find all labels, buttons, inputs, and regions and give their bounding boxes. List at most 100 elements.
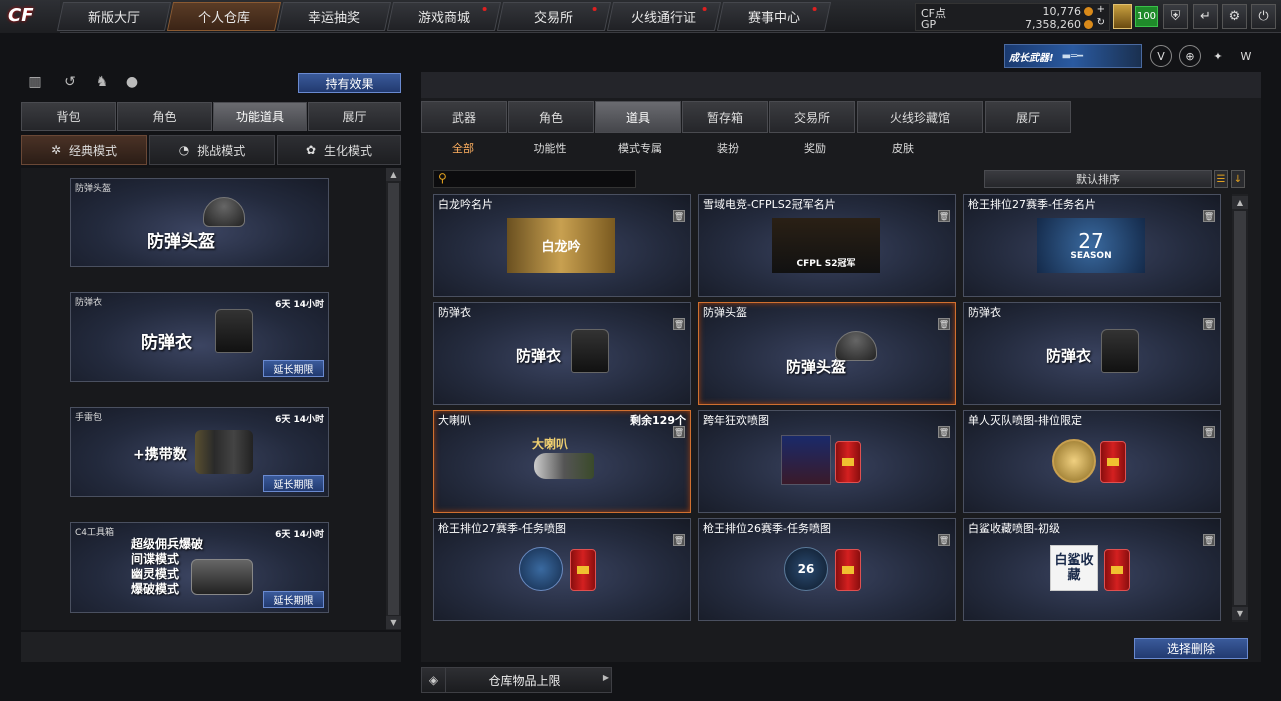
tab-character[interactable]: 角色 (117, 102, 212, 131)
list-view-icon[interactable]: ☰ (1214, 170, 1228, 188)
subtab-mode-exclusive[interactable]: 模式专属 (605, 140, 675, 156)
item-card[interactable]: 白鲨收藏喷图-初级 🗑 白鲨收藏 (963, 518, 1221, 621)
rank-badge-icon[interactable] (1113, 4, 1132, 29)
item-title: C4工具箱 (75, 528, 115, 538)
power-icon[interactable]: ⏻ (1251, 4, 1276, 29)
spray-image (781, 435, 831, 485)
mode-challenge[interactable]: ◔ 挑战模式 (149, 135, 275, 165)
left-scroll-thumb[interactable] (388, 183, 399, 615)
tab-showroom-right[interactable]: 展厅 (985, 101, 1071, 133)
nav-tab-warehouse[interactable]: 个人仓库 (166, 2, 282, 31)
subtab-outfit[interactable]: 装扮 (698, 140, 758, 156)
trash-icon[interactable]: 🗑 (1203, 534, 1215, 546)
item-card[interactable]: 枪王排位27赛季-任务名片 🗑 27 SEASON (963, 194, 1221, 297)
nav-tab-shop[interactable]: 游戏商城 (386, 2, 502, 31)
scroll-up-icon[interactable]: ▲ (386, 168, 401, 181)
item-card[interactable]: 枪王排位27赛季-任务喷图 🗑 (433, 518, 691, 621)
nav-tab-lobby[interactable]: 新版大厅 (56, 2, 172, 31)
growth-weapon-banner[interactable]: 成长武器! ▬═━ (1004, 44, 1142, 68)
extend-button[interactable]: 延长期限 (263, 360, 324, 377)
scroll-down-icon[interactable]: ▼ (1232, 607, 1248, 620)
warehouse-capacity-button[interactable]: ◈ 仓库物品上限 ▶ (421, 667, 612, 693)
sort-direction-icon[interactable]: ↓ (1231, 170, 1245, 188)
item-card[interactable]: 防弹衣 🗑 防弹衣 (963, 302, 1221, 405)
megaphone-icon (534, 453, 594, 479)
trash-icon[interactable]: 🗑 (673, 426, 685, 438)
item-card[interactable]: 白龙吟名片 🗑 白龙吟 (433, 194, 691, 297)
trash-icon[interactable]: 🗑 (938, 318, 950, 330)
extend-button[interactable]: 延长期限 (263, 475, 324, 492)
item-card[interactable]: 跨年狂欢喷图 🗑 (698, 410, 956, 513)
refresh-icon[interactable]: ↻ (1097, 17, 1105, 28)
back-icon[interactable]: ↵ (1193, 4, 1218, 29)
item-card[interactable]: 单人灭队喷图-排位限定 🗑 (963, 410, 1221, 513)
wrench-icon[interactable]: ✦ (1207, 45, 1229, 67)
subtab-skins[interactable]: 皮肤 (873, 140, 933, 156)
item-card-grenade-pack[interactable]: 手雷包 6天 14小时 +携带数 延长期限 (70, 407, 329, 497)
soldier-icon[interactable]: ♞ (92, 72, 112, 92)
scroll-up-icon[interactable]: ▲ (1232, 196, 1248, 209)
item-title: 跨年狂欢喷图 (703, 414, 769, 427)
cf-logo[interactable]: CF (0, 0, 60, 33)
nav-tab-lucky-draw[interactable]: 幸运抽奖 (276, 2, 392, 31)
tab-characters[interactable]: 角色 (508, 101, 594, 133)
subtab-all[interactable]: 全部 (433, 140, 493, 156)
v-badge-icon[interactable]: V (1150, 45, 1172, 67)
trash-icon[interactable]: 🗑 (938, 426, 950, 438)
c4-mode-list: 超级佣兵爆破 间谍模式 幽灵模式 爆破模式 (131, 537, 203, 597)
item-card-c4-toolbox[interactable]: C4工具箱 6天 14小时 超级佣兵爆破 间谍模式 幽灵模式 爆破模式 延长期限 (70, 522, 329, 613)
podium-icon[interactable]: ▥ (25, 72, 45, 92)
item-card-vest[interactable]: 防弹衣 6天 14小时 防弹衣 延长期限 (70, 292, 329, 382)
tab-showroom[interactable]: 展厅 (308, 102, 401, 131)
crosshair-icon[interactable]: ⊕ (1179, 45, 1201, 67)
subtab-functional[interactable]: 功能性 (520, 140, 580, 156)
item-card-selected[interactable]: 大喇叭 剩余129个 🗑 大喇叭 (433, 410, 691, 513)
trash-icon[interactable]: 🗑 (938, 534, 950, 546)
tab-items[interactable]: 道具 (595, 101, 681, 133)
tab-weapons[interactable]: 武器 (421, 101, 507, 133)
holding-effect-button[interactable]: 持有效果 (298, 73, 401, 93)
tab-collection-hall[interactable]: 火线珍藏馆 (857, 101, 983, 133)
wings-icon[interactable]: W (1235, 45, 1257, 67)
trash-icon[interactable]: 🗑 (938, 210, 950, 222)
trash-icon[interactable]: 🗑 (673, 318, 685, 330)
image-text: 白龙吟 (541, 240, 581, 255)
subtab-rewards[interactable]: 奖励 (785, 140, 845, 156)
trash-icon[interactable]: 🗑 (673, 534, 685, 546)
item-card-helmet[interactable]: 防弹头盔 防弹头盔 (70, 178, 329, 267)
refresh-icon[interactable]: ↺ (60, 72, 80, 92)
trash-icon[interactable]: 🗑 (1203, 318, 1215, 330)
grenade-icon[interactable]: ● (122, 72, 142, 92)
trash-icon[interactable]: 🗑 (1203, 426, 1215, 438)
tab-exchange[interactable]: 交易所 (769, 101, 855, 133)
vest-icon (571, 329, 609, 373)
nav-tab-pass[interactable]: 火线通行证 (606, 2, 722, 31)
nav-tab-label: 交易所 (534, 11, 574, 26)
search-input[interactable]: ⚲ (433, 170, 636, 188)
scroll-down-icon[interactable]: ▼ (386, 616, 401, 629)
item-card[interactable]: 雪域电竞-CFPLS2冠军名片 🗑 CFPL S2冠军 (698, 194, 956, 297)
item-card[interactable]: 枪王排位26赛季-任务喷图 🗑 26 (698, 518, 956, 621)
tab-storage-box[interactable]: 暂存箱 (682, 101, 768, 133)
mode-classic[interactable]: ✲ 经典模式 (21, 135, 147, 165)
trash-icon[interactable]: 🗑 (673, 210, 685, 222)
search-icon: ⚲ (438, 171, 447, 185)
item-card-selected[interactable]: 防弹头盔 🗑 防弹头盔 (698, 302, 956, 405)
nav-tab-events[interactable]: 赛事中心 (716, 2, 832, 31)
select-delete-button[interactable]: 选择删除 (1134, 638, 1248, 659)
right-scroll-thumb[interactable] (1234, 211, 1246, 605)
gear-icon[interactable]: ⚙ (1222, 4, 1247, 29)
shield-icon[interactable]: ⛨ (1163, 4, 1188, 29)
extend-button[interactable]: 延长期限 (263, 591, 324, 608)
spray-can-icon (1100, 441, 1126, 483)
mode-zombie[interactable]: ✿ 生化模式 (277, 135, 401, 165)
sort-dropdown[interactable]: 默认排序 (984, 170, 1212, 188)
item-card[interactable]: 防弹衣 🗑 防弹衣 (433, 302, 691, 405)
nav-tab-label: 个人仓库 (197, 11, 250, 26)
trash-icon[interactable]: 🗑 (1203, 210, 1215, 222)
add-cf-icon[interactable]: + (1097, 4, 1105, 15)
nav-tab-exchange[interactable]: 交易所 (496, 2, 612, 31)
item-caption: 防弹衣 (516, 347, 562, 365)
tab-backpack[interactable]: 背包 (21, 102, 116, 131)
tab-function-items[interactable]: 功能道具 (213, 102, 307, 131)
